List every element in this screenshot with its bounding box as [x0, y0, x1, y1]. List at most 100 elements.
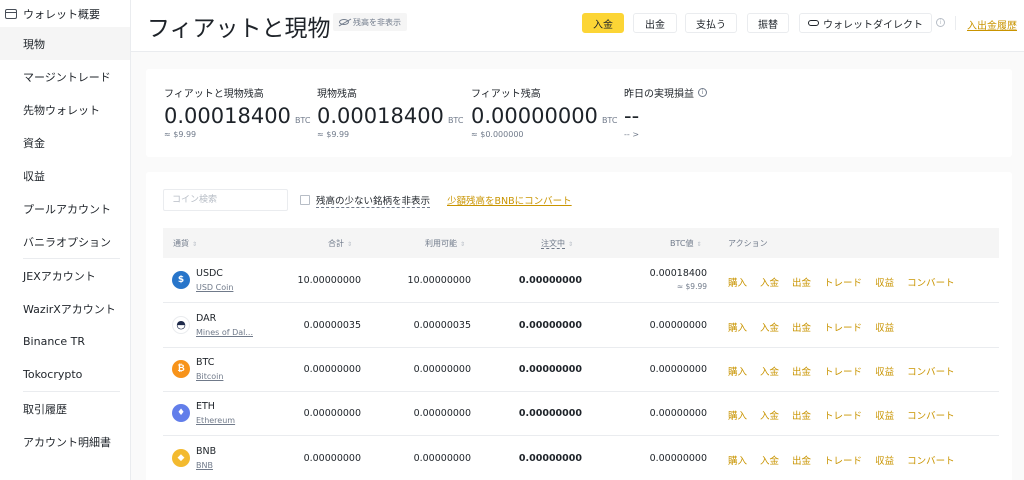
hide-small-balances-checkbox[interactable] — [300, 195, 310, 205]
sidebar-item-jex[interactable]: JEXアカウント — [0, 259, 130, 292]
hide-balance-label: 残高を非表示 — [353, 17, 401, 27]
in-order-value: 0.00000000 — [518, 320, 582, 331]
buy-link[interactable]: 購入 — [728, 278, 747, 289]
sidebar-header-wallet-overview[interactable]: ウォレット概要 — [0, 0, 130, 27]
row-actions: 購入 入金 出金 トレード 収益 — [728, 320, 907, 334]
column-header-coin[interactable]: 通貨 ⇕ — [173, 238, 197, 249]
sidebar-item-pool[interactable]: プールアカウント — [0, 192, 130, 225]
convert-to-bnb-link[interactable]: 少額残高をBNBにコンバート — [447, 193, 572, 207]
pay-button[interactable]: 支払う — [685, 13, 737, 33]
balance-label-row: 昨日の実現損益 i — [624, 85, 707, 100]
trade-link[interactable]: トレード — [824, 456, 862, 467]
withdraw-button[interactable]: 出金 — [633, 13, 677, 33]
sidebar-item-margin[interactable]: マージントレード — [0, 60, 130, 93]
earn-link[interactable]: 収益 — [875, 367, 894, 378]
sort-icon: ⇕ — [347, 241, 353, 248]
sidebar-item-label: JEXアカウント — [23, 269, 96, 283]
deposit-link[interactable]: 入金 — [760, 278, 779, 289]
trade-link[interactable]: トレード — [824, 278, 862, 289]
available-value: 0.00000000 — [413, 364, 471, 375]
in-order-value: 0.00000000 — [518, 364, 582, 375]
btc-coin-icon: ₿ — [172, 360, 190, 378]
column-header-label: 利用可能 — [425, 239, 457, 248]
sidebar-item-tokocrypto[interactable]: Tokocrypto — [0, 358, 130, 391]
balance-label: フィアットと現物残高 — [164, 89, 264, 100]
sidebar-item-account-statement[interactable]: アカウント明細書 — [0, 425, 130, 458]
wallet-direct-button[interactable]: ウォレットダイレクト — [799, 13, 932, 33]
convert-link[interactable]: コンバート — [907, 456, 955, 467]
sidebar-item-funding[interactable]: 資金 — [0, 126, 130, 159]
trade-link[interactable]: トレード — [824, 367, 862, 378]
convert-link[interactable]: コンバート — [907, 411, 955, 422]
sidebar-item-label: 先物ウォレット — [23, 103, 100, 117]
balance-unit: BTC — [294, 116, 311, 125]
btc-amount: 0.00000000 — [649, 364, 707, 375]
column-header-total[interactable]: 合計 ⇕ — [328, 238, 352, 249]
sidebar-item-binance-tr[interactable]: Binance TR — [0, 325, 130, 358]
withdraw-link[interactable]: 出金 — [792, 278, 811, 289]
coin-name-link[interactable]: Bitcoin — [196, 372, 223, 381]
withdraw-link[interactable]: 出金 — [792, 323, 811, 334]
sidebar-item-futures[interactable]: 先物ウォレット — [0, 93, 130, 126]
column-header-btc-value[interactable]: BTC値 ⇕ — [670, 238, 702, 249]
earn-link[interactable]: 収益 — [875, 411, 894, 422]
transfer-button[interactable]: 振替 — [747, 13, 789, 33]
earn-link[interactable]: 収益 — [875, 456, 894, 467]
info-icon[interactable]: i — [698, 88, 707, 97]
earn-link[interactable]: 収益 — [875, 278, 894, 289]
row-actions: 購入 入金 出金 トレード 収益 コンバート — [728, 364, 968, 378]
coin-symbol: BTC — [196, 357, 215, 368]
deposit-link[interactable]: 入金 — [760, 367, 779, 378]
sidebar-item-wazirx[interactable]: WazirXアカウント — [0, 292, 130, 325]
coin-name-link[interactable]: Mines of Dal... — [196, 328, 253, 337]
balance-fiat-spot: フィアットと現物残高 0.00018400 BTC ≈ $9.99 — [164, 85, 310, 139]
balance-label: 昨日の実現損益 — [624, 89, 694, 100]
balance-card: フィアットと現物残高 0.00018400 BTC ≈ $9.99 現物残高 0.… — [146, 69, 1012, 157]
deposit-link[interactable]: 入金 — [760, 411, 779, 422]
sidebar-item-vanilla-options[interactable]: バニラオプション — [0, 225, 130, 258]
coin-symbol: DAR — [196, 313, 217, 324]
convert-link[interactable]: コンバート — [907, 278, 955, 289]
earn-link[interactable]: 収益 — [875, 323, 894, 334]
withdraw-link[interactable]: 出金 — [792, 456, 811, 467]
info-icon[interactable]: i — [936, 18, 945, 27]
withdraw-link[interactable]: 出金 — [792, 411, 811, 422]
hide-small-balances-label[interactable]: 残高の少ない銘柄を非表示 — [316, 193, 431, 208]
buy-link[interactable]: 購入 — [728, 411, 747, 422]
balance-amount: 0.00018400 — [164, 104, 291, 128]
trade-link[interactable]: トレード — [824, 411, 862, 422]
deposit-link[interactable]: 入金 — [760, 323, 779, 334]
convert-link[interactable]: コンバート — [907, 367, 955, 378]
buy-link[interactable]: 購入 — [728, 367, 747, 378]
hide-balance-button[interactable]: 残高を非表示 — [333, 13, 407, 31]
balance-unit: BTC — [601, 116, 618, 125]
row-actions: 購入 入金 出金 トレード 収益 コンバート — [728, 275, 968, 289]
deposit-button[interactable]: 入金 — [582, 13, 624, 33]
coin-name-link[interactable]: USD Coin — [196, 283, 233, 292]
deposit-link[interactable]: 入金 — [760, 456, 779, 467]
buy-link[interactable]: 購入 — [728, 456, 747, 467]
withdraw-link[interactable]: 出金 — [792, 367, 811, 378]
column-header-available[interactable]: 利用可能 ⇕ — [425, 238, 465, 249]
btc-value: 0.00000000 — [650, 453, 707, 464]
in-order-value: 0.00000000 — [518, 408, 582, 419]
trade-link[interactable]: トレード — [824, 323, 862, 334]
buy-link[interactable]: 購入 — [728, 323, 747, 334]
pnl-details-link[interactable]: -- > — [624, 130, 707, 139]
sidebar-item-label: 取引履歴 — [23, 402, 67, 416]
sidebar-item-trade-history[interactable]: 取引履歴 — [0, 392, 130, 425]
coin-name-link[interactable]: BNB — [196, 461, 213, 470]
sidebar-item-earn[interactable]: 収益 — [0, 159, 130, 192]
deposit-withdraw-history-link[interactable]: 入出金履歴 — [967, 17, 1017, 32]
link-icon — [808, 20, 819, 26]
column-header-in-order[interactable]: 注文中 ⇕ — [541, 238, 573, 249]
coin-name-link[interactable]: Ethereum — [196, 416, 235, 425]
coin-search-input[interactable] — [163, 189, 288, 211]
sidebar-header-label: ウォレット概要 — [23, 7, 100, 21]
btc-value: 0.00000000 — [650, 364, 707, 375]
sidebar-item-spot[interactable]: 現物 — [0, 27, 130, 60]
eye-slash-icon — [339, 19, 349, 25]
table-header: 通貨 ⇕ 合計 ⇕ 利用可能 ⇕ 注文中 ⇕ BTC値 ⇕ アクション — [163, 228, 999, 258]
sidebar-item-label: アカウント明細書 — [23, 435, 111, 449]
column-header-label: 合計 — [328, 239, 344, 248]
